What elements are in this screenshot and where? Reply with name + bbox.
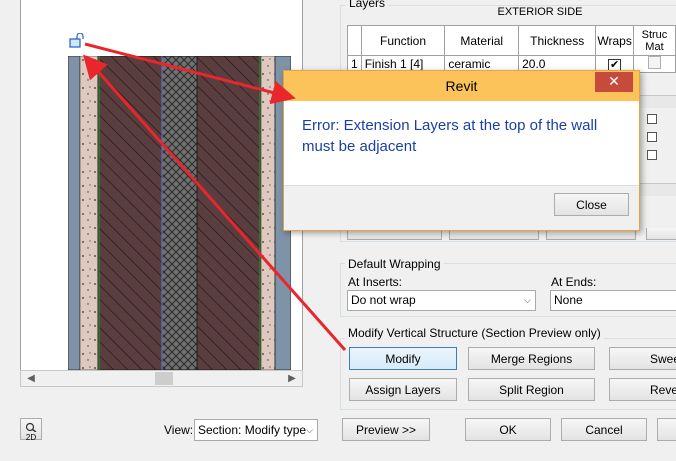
table-row <box>640 95 676 108</box>
layers-group-title: Layers <box>346 0 389 10</box>
revit-error-dialog: Revit ✕ Error: Extension Layers at the t… <box>283 70 640 231</box>
error-message: Error: Extension Layers at the top of th… <box>302 117 598 155</box>
at-inserts-value: Do not wrap <box>351 293 416 307</box>
exterior-side-label: EXTERIOR SIDE <box>497 6 583 18</box>
wraps-column-header: Wraps <box>595 25 634 56</box>
scroll-right-icon[interactable]: ▶ <box>284 371 300 386</box>
view-value: Section: Modify type <box>198 423 307 437</box>
layers-table: Function Material Thickness Wraps Struc … <box>347 25 676 73</box>
at-inserts-label: At Inserts: <box>348 275 403 289</box>
dialog-titlebar: Revit ✕ <box>284 71 639 101</box>
dialog-close-button[interactable]: Close <box>554 193 629 216</box>
layer-number-header <box>347 25 362 56</box>
dialog-footer: Close <box>284 185 639 230</box>
wall-section-preview <box>68 56 291 370</box>
structural-material-checkbox[interactable] <box>647 56 661 69</box>
view-dropdown[interactable]: Section: Modify type ⌵ <box>194 419 318 441</box>
dialog-body: Error: Extension Layers at the top of th… <box>284 101 639 185</box>
thickness-column-header: Thickness <box>518 25 597 56</box>
table-row <box>640 183 676 196</box>
scrollbar-thumb[interactable] <box>155 372 173 385</box>
chevron-down-icon: ⌵ <box>306 425 313 435</box>
close-icon[interactable]: ✕ <box>595 72 633 92</box>
layer-down-button[interactable] <box>646 228 676 240</box>
default-wrapping-title: Default Wrapping <box>345 257 444 271</box>
chevron-down-icon: ⌵ <box>524 295 531 305</box>
scroll-left-icon[interactable]: ◀ <box>23 371 39 386</box>
merge-regions-button[interactable]: Merge Regions <box>468 347 595 370</box>
ok-button[interactable]: OK <box>465 418 551 441</box>
assign-layers-button[interactable]: Assign Layers <box>349 378 457 401</box>
sweeps-button[interactable]: Swee <box>609 347 676 370</box>
at-inserts-dropdown[interactable]: Do not wrap ⌵ <box>347 290 536 311</box>
help-button[interactable] <box>657 418 676 441</box>
at-ends-label: At Ends: <box>551 275 597 289</box>
split-region-button[interactable]: Split Region <box>468 378 595 401</box>
vertical-structure-title: Modify Vertical Structure (Section Previ… <box>345 326 604 340</box>
dialog-title: Revit <box>445 78 478 94</box>
magnifier-icon <box>25 422 37 433</box>
lock-icon[interactable] <box>69 33 85 49</box>
hidden-row-checkbox[interactable] <box>647 114 657 124</box>
zoom-2d-label: 2D <box>25 433 37 442</box>
hidden-row-checkbox[interactable] <box>647 150 657 160</box>
zoom-2d-icon[interactable]: 2D <box>20 418 42 442</box>
modify-button[interactable]: Modify <box>349 347 457 370</box>
cancel-button[interactable]: Cancel <box>561 418 647 441</box>
hidden-row-checkbox[interactable] <box>647 132 657 142</box>
function-column-header: Function <box>360 25 446 56</box>
preview-horizontal-scrollbar[interactable]: ◀ ▶ <box>20 370 303 387</box>
at-ends-value: None <box>554 293 583 307</box>
structural-material-column-header: Struc Mat <box>632 25 676 56</box>
at-ends-dropdown[interactable]: None <box>550 290 676 311</box>
reveals-button[interactable]: Reve <box>609 378 676 401</box>
preview-toggle-button[interactable]: Preview >> <box>342 418 430 441</box>
material-column-header: Material <box>444 25 520 56</box>
view-label: View: <box>164 423 194 437</box>
